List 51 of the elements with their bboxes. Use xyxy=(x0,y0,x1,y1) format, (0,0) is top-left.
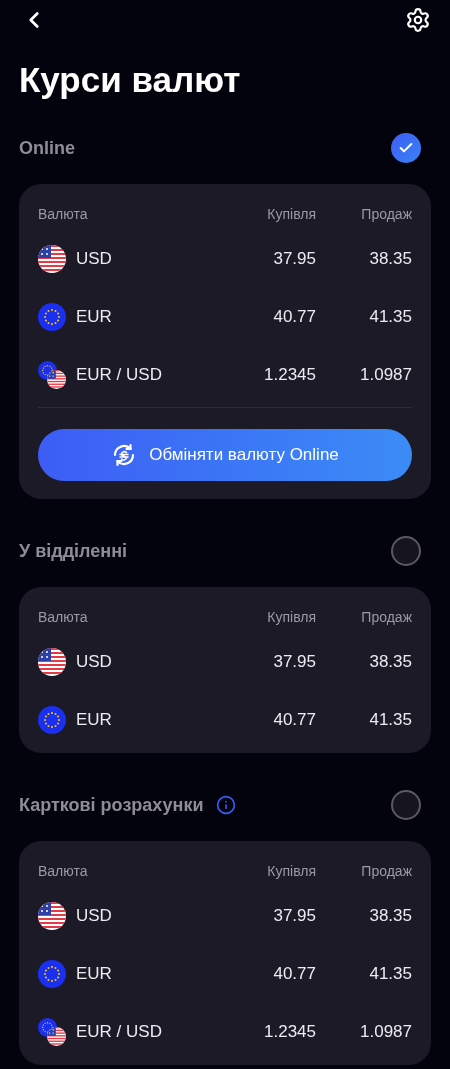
currency-name: USD xyxy=(76,651,112,674)
column-header: Валюта xyxy=(38,205,89,224)
currency-name: EUR xyxy=(76,963,112,986)
eu-flag-icon xyxy=(38,960,66,988)
column-header: Продаж xyxy=(361,862,412,881)
radio-button[interactable] xyxy=(391,536,421,566)
settings-icon[interactable] xyxy=(405,7,431,33)
sell-rate: 41.35 xyxy=(369,709,412,732)
buy-rate: 1.2345 xyxy=(264,364,316,387)
currency-name: USD xyxy=(76,248,112,271)
sell-rate: 38.35 xyxy=(369,248,412,271)
us-flag-icon xyxy=(38,902,66,930)
column-header: Продаж xyxy=(361,608,412,627)
currency-name: EUR xyxy=(76,306,112,329)
eu-flag-icon xyxy=(38,706,66,734)
column-header: Валюта xyxy=(38,608,89,627)
us-flag-icon xyxy=(38,245,66,273)
section-title: Online xyxy=(19,136,75,160)
exchange-button[interactable]: Обміняти валюту Online xyxy=(38,429,412,481)
column-header: Купівля xyxy=(267,205,316,224)
buy-rate: 40.77 xyxy=(273,963,316,986)
sell-rate: 1.0987 xyxy=(360,1021,412,1044)
buy-rate: 37.95 xyxy=(273,905,316,928)
column-header: Валюта xyxy=(38,862,89,881)
section-title: У відділенні xyxy=(19,539,128,563)
radio-button[interactable] xyxy=(391,790,421,820)
buy-rate: 37.95 xyxy=(273,248,316,271)
currency-name: USD xyxy=(76,905,112,928)
eu-us-flags-icon xyxy=(38,1018,66,1046)
buy-rate: 40.77 xyxy=(273,709,316,732)
us-flag-icon xyxy=(38,648,66,676)
info-icon[interactable] xyxy=(215,795,236,815)
currency-name: EUR / USD xyxy=(76,1021,162,1044)
buy-rate: 37.95 xyxy=(273,651,316,674)
column-header: Купівля xyxy=(267,608,316,627)
eu-flag-icon xyxy=(38,303,66,331)
eu-us-flags-icon xyxy=(38,361,66,389)
sell-rate: 38.35 xyxy=(369,651,412,674)
sell-rate: 1.0987 xyxy=(360,364,412,387)
sell-rate: 41.35 xyxy=(369,963,412,986)
currency-name: EUR / USD xyxy=(76,364,162,387)
buy-rate: 40.77 xyxy=(273,306,316,329)
sell-rate: 38.35 xyxy=(369,905,412,928)
currency-name: EUR xyxy=(76,709,112,732)
column-header: Купівля xyxy=(267,862,316,881)
page-title: Курси валют xyxy=(19,58,241,101)
section-title: Карткові розрахунки xyxy=(19,793,204,817)
radio-button[interactable] xyxy=(391,133,421,163)
buy-rate: 1.2345 xyxy=(264,1021,316,1044)
sell-rate: 41.35 xyxy=(369,306,412,329)
column-header: Продаж xyxy=(361,205,412,224)
